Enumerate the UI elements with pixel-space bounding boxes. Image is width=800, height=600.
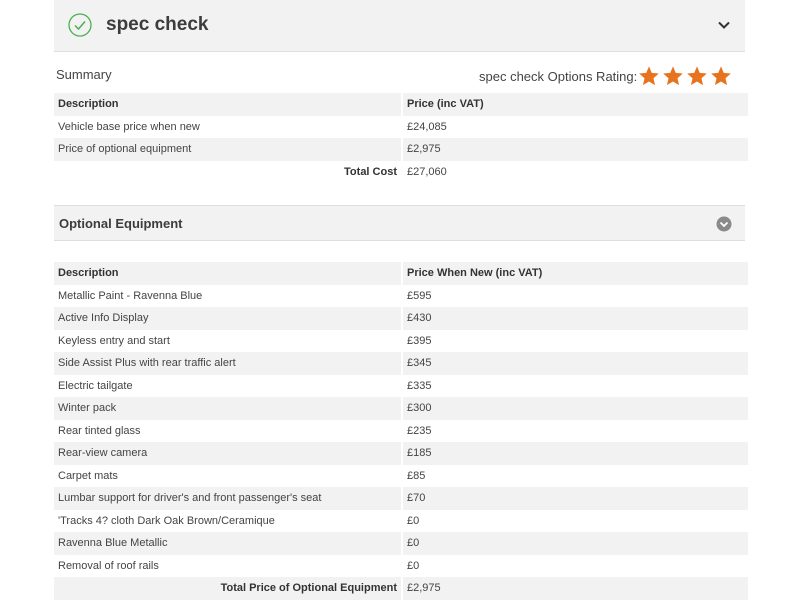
row-description: 'Tracks 4? cloth Dark Oak Brown/Ceramiqu… xyxy=(58,514,275,527)
table-row: Side Assist Plus with rear traffic alert… xyxy=(54,352,748,375)
row-price: £0 xyxy=(407,559,420,572)
column-header-description: Description xyxy=(54,93,401,116)
row-price: £0 xyxy=(403,532,748,555)
star-icon xyxy=(687,66,707,86)
total-cost-value: £27,060 xyxy=(407,165,447,178)
row-price: £0 xyxy=(407,514,420,527)
summary-label: Summary xyxy=(56,67,112,82)
page-title: spec check xyxy=(106,14,209,35)
table-row: Rear-view camera £185 xyxy=(54,442,748,465)
table-row: 'Tracks 4? cloth Dark Oak Brown/Ceramiqu… xyxy=(54,510,748,533)
row-price: £235 xyxy=(407,424,432,437)
optional-equipment-header[interactable]: Optional Equipment xyxy=(54,205,745,241)
table-row: Rear tinted glass £235 xyxy=(54,420,748,443)
table-row: Metallic Paint - Ravenna Blue £595 xyxy=(54,285,748,308)
table-row: Ravenna Blue Metallic £0 xyxy=(54,532,748,555)
column-header-price: Price When New (inc VAT) xyxy=(403,262,748,285)
total-row: Total Cost £27,060 xyxy=(54,161,748,184)
check-circle-icon xyxy=(68,13,92,37)
row-description: Removal of roof rails xyxy=(58,559,159,572)
row-description: Winter pack xyxy=(54,397,401,420)
total-row: Total Price of Optional Equipment £2,975 xyxy=(54,577,748,600)
table-row: Removal of roof rails £0 xyxy=(54,555,748,578)
row-price: £2,975 xyxy=(403,138,748,161)
options-rating-label: spec check Options Rating: xyxy=(479,69,638,84)
spec-check-header[interactable]: spec check xyxy=(54,0,745,52)
table-row: Winter pack £300 xyxy=(54,397,748,420)
row-description: Price of optional equipment xyxy=(54,138,401,161)
row-price: £335 xyxy=(407,379,432,392)
row-description: Rear-view camera xyxy=(54,442,401,465)
table-header-row: Description Price (inc VAT) xyxy=(54,93,748,116)
row-description: Electric tailgate xyxy=(58,379,133,392)
row-price: £395 xyxy=(407,334,432,347)
table-row: Vehicle base price when new £24,085 xyxy=(54,116,748,139)
row-price: £345 xyxy=(403,352,748,375)
total-cost-label: Total Cost xyxy=(344,165,397,178)
row-description: Vehicle base price when new xyxy=(58,120,200,133)
row-price: £300 xyxy=(403,397,748,420)
row-price: £70 xyxy=(403,487,748,510)
row-description: Ravenna Blue Metallic xyxy=(54,532,401,555)
chevron-down-icon[interactable] xyxy=(717,18,731,32)
table-row: Lumbar support for driver's and front pa… xyxy=(54,487,748,510)
chevron-down-circle-icon[interactable] xyxy=(716,216,732,232)
table-row: Electric tailgate £335 xyxy=(54,375,748,398)
row-price: £85 xyxy=(407,469,426,482)
row-description: Rear tinted glass xyxy=(58,424,141,437)
options-rating-stars xyxy=(638,65,734,87)
optional-equipment-table: Description Price When New (inc VAT) Met… xyxy=(52,262,750,600)
column-header-description: Description xyxy=(54,262,401,285)
column-header-price: Price (inc VAT) xyxy=(403,93,748,116)
star-icon xyxy=(663,66,683,86)
summary-table: Description Price (inc VAT) Vehicle base… xyxy=(52,93,750,183)
row-description: Carpet mats xyxy=(58,469,118,482)
row-description: Side Assist Plus with rear traffic alert xyxy=(54,352,401,375)
table-header-row: Description Price When New (inc VAT) xyxy=(54,262,748,285)
row-description: Active Info Display xyxy=(54,307,401,330)
total-optional-label: Total Price of Optional Equipment xyxy=(54,577,401,600)
row-price: £24,085 xyxy=(407,120,447,133)
row-price: £595 xyxy=(407,289,432,302)
table-row: Price of optional equipment £2,975 xyxy=(54,138,748,161)
star-icon xyxy=(711,66,731,86)
row-description: Metallic Paint - Ravenna Blue xyxy=(58,289,203,302)
total-optional-value: £2,975 xyxy=(403,577,748,600)
row-description: Lumbar support for driver's and front pa… xyxy=(54,487,401,510)
row-price: £430 xyxy=(403,307,748,330)
row-price: £185 xyxy=(403,442,748,465)
star-icon xyxy=(639,66,659,86)
section-title: Optional Equipment xyxy=(59,216,183,231)
table-row: Keyless entry and start £395 xyxy=(54,330,748,353)
table-row: Carpet mats £85 xyxy=(54,465,748,488)
table-row: Active Info Display £430 xyxy=(54,307,748,330)
row-description: Keyless entry and start xyxy=(58,334,170,347)
